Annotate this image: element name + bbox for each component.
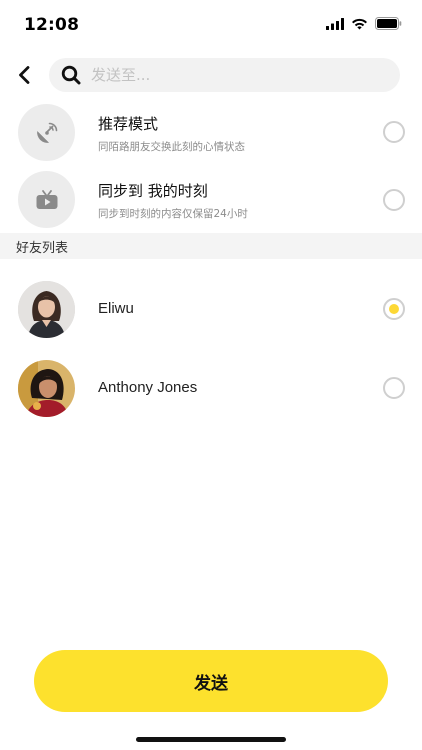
- friend-name: Anthony Jones: [98, 379, 198, 396]
- option-title: 推荐模式: [98, 115, 159, 133]
- option-sync-moments[interactable]: 同步到 我的时刻 同步到时刻的内容仅保留24小时: [0, 168, 422, 232]
- option-subtitle: 同步到时刻的内容仅保留24小时: [98, 208, 248, 220]
- satellite-dish-icon: [18, 104, 75, 161]
- status-time: 12:08: [24, 15, 80, 35]
- wifi-icon: [352, 18, 367, 29]
- radio-recommend-mode[interactable]: [383, 121, 405, 143]
- option-title: 同步到 我的时刻: [98, 182, 208, 200]
- status-bar: 12:08: [0, 0, 422, 52]
- option-subtitle: 同陌路朋友交换此刻的心情状态: [98, 141, 245, 153]
- search-row: [0, 56, 422, 94]
- battery-icon: [375, 17, 402, 30]
- tv-play-icon: [18, 171, 75, 228]
- search-input[interactable]: [91, 66, 371, 84]
- search-box[interactable]: [49, 58, 400, 92]
- back-button[interactable]: [12, 60, 36, 90]
- friends-section-header: 好友列表: [0, 233, 422, 259]
- radio-sync-moments[interactable]: [383, 189, 405, 211]
- send-button[interactable]: 发送: [34, 650, 388, 712]
- option-recommend-mode[interactable]: 推荐模式 同陌路朋友交换此刻的心情状态: [0, 101, 422, 165]
- status-icons: [326, 17, 402, 30]
- avatar: [18, 281, 75, 338]
- radio-eliwu[interactable]: [383, 298, 405, 320]
- section-title: 好友列表: [16, 241, 69, 256]
- search-icon: [61, 65, 81, 85]
- avatar: [18, 360, 75, 417]
- friend-row-eliwu[interactable]: Eliwu: [0, 281, 422, 341]
- chevron-left-icon: [19, 66, 30, 84]
- radio-anthony-jones[interactable]: [383, 377, 405, 399]
- friend-name: Eliwu: [98, 300, 134, 317]
- signal-icon: [326, 17, 344, 30]
- home-indicator: [136, 737, 286, 742]
- friend-row-anthony-jones[interactable]: Anthony Jones: [0, 360, 422, 420]
